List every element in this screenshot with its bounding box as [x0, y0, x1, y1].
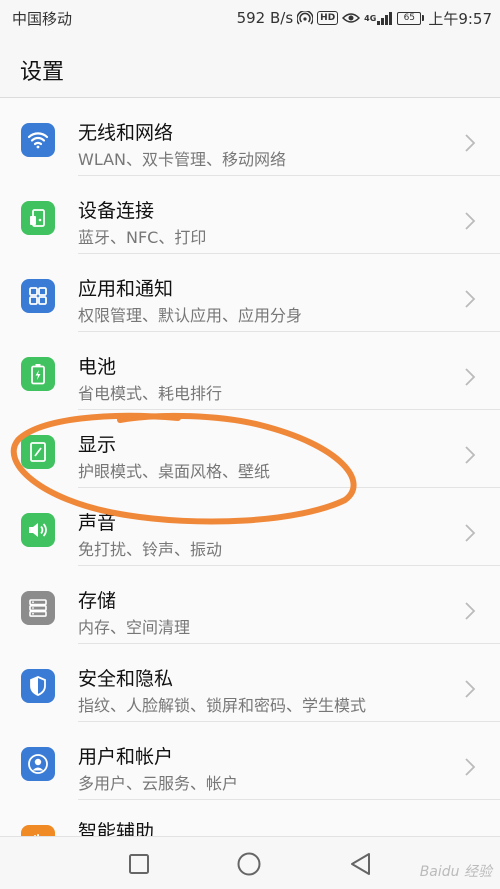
- settings-item-display[interactable]: 显示 护眼模式、桌面风格、壁纸: [0, 410, 500, 488]
- settings-item-smart-assist[interactable]: 智能辅助: [0, 800, 500, 836]
- network-speed: 592 B/s: [236, 9, 294, 27]
- status-icons: 592 B/s HD 4G 65 上午9:57: [237, 8, 492, 29]
- page-title: 设置: [20, 60, 65, 85]
- settings-item-storage[interactable]: 存储 内存、空间清理: [0, 566, 500, 644]
- settings-item-security-privacy[interactable]: 安全和隐私 指纹、人脸解锁、锁屏和密码、学生模式: [0, 644, 500, 722]
- signal-icon: 4G: [364, 11, 393, 25]
- settings-item-title: 声音: [78, 512, 117, 534]
- battery-icon: [21, 357, 55, 391]
- chevron-right-icon: [465, 524, 476, 542]
- user-icon: [21, 747, 55, 781]
- settings-item-title: 应用和通知: [78, 278, 174, 300]
- hd-icon: HD: [317, 11, 339, 25]
- chevron-right-icon: [465, 290, 476, 308]
- settings-item-sound[interactable]: 声音 免打扰、铃声、振动: [0, 488, 500, 566]
- chevron-right-icon: [465, 602, 476, 620]
- settings-item-subtitle: 多用户、云服务、帐户: [78, 774, 239, 793]
- battery-status-icon: 65: [397, 11, 425, 25]
- clock: 上午9:57: [428, 9, 492, 28]
- settings-item-title: 智能辅助: [78, 821, 155, 836]
- settings-item-device-connection[interactable]: 设备连接 蓝牙、NFC、打印: [0, 176, 500, 254]
- chevron-right-icon: [465, 368, 476, 386]
- chevron-right-icon: [465, 758, 476, 776]
- settings-item-title: 设备连接: [78, 200, 155, 222]
- display-icon: [21, 435, 55, 469]
- settings-item-subtitle: 蓝牙、NFC、打印: [78, 228, 207, 247]
- settings-item-title: 电池: [78, 356, 117, 378]
- status-bar: 中国移动 592 B/s HD 4G 65 上午9:57: [0, 0, 500, 36]
- app-header: 设置: [0, 36, 500, 98]
- navigation-bar: Baidu 经验: [0, 836, 500, 889]
- back-button[interactable]: [348, 851, 374, 877]
- settings-item-apps-notifications[interactable]: 应用和通知 权限管理、默认应用、应用分身: [0, 254, 500, 332]
- chevron-right-icon: [465, 446, 476, 464]
- battery-level: 65: [397, 11, 422, 25]
- carrier-label: 中国移动: [12, 9, 73, 28]
- settings-item-subtitle: 免打扰、铃声、振动: [78, 540, 223, 559]
- settings-item-title: 无线和网络: [78, 122, 174, 144]
- settings-item-subtitle: 内存、空间清理: [78, 618, 191, 637]
- settings-item-title: 显示: [78, 434, 117, 456]
- shield-icon: [21, 669, 55, 703]
- chevron-right-icon: [465, 680, 476, 698]
- assist-icon: [21, 825, 55, 836]
- wifi-icon: [21, 123, 55, 157]
- settings-item-users-accounts[interactable]: 用户和帐户 多用户、云服务、帐户: [0, 722, 500, 800]
- recent-apps-button[interactable]: [126, 851, 152, 877]
- settings-item-subtitle: 护眼模式、桌面风格、壁纸: [78, 462, 271, 481]
- device-connect-icon: [21, 201, 55, 235]
- settings-item-subtitle: 省电模式、耗电排行: [78, 384, 223, 403]
- settings-item-subtitle: 指纹、人脸解锁、锁屏和密码、学生模式: [78, 696, 367, 715]
- settings-item-title: 存储: [78, 590, 117, 612]
- watermark: Baidu 经验: [419, 864, 492, 880]
- home-button[interactable]: [236, 851, 262, 877]
- settings-item-subtitle: WLAN、双卡管理、移动网络: [78, 150, 287, 169]
- settings-item-subtitle: 权限管理、默认应用、应用分身: [78, 306, 303, 325]
- storage-icon: [21, 591, 55, 625]
- settings-item-title: 安全和隐私: [78, 668, 174, 690]
- speaker-icon: [21, 513, 55, 547]
- chevron-right-icon: [465, 212, 476, 230]
- hotspot-icon: [297, 11, 314, 25]
- settings-item-battery[interactable]: 电池 省电模式、耗电排行: [0, 332, 500, 410]
- eye-icon: [342, 12, 361, 24]
- chevron-right-icon: [465, 134, 476, 152]
- settings-list[interactable]: 无线和网络 WLAN、双卡管理、移动网络 设备连接 蓝牙、NFC、打印 应用和通…: [0, 98, 500, 836]
- settings-item-title: 用户和帐户: [78, 746, 174, 768]
- settings-item-wireless[interactable]: 无线和网络 WLAN、双卡管理、移动网络: [0, 98, 500, 176]
- apps-grid-icon: [21, 279, 55, 313]
